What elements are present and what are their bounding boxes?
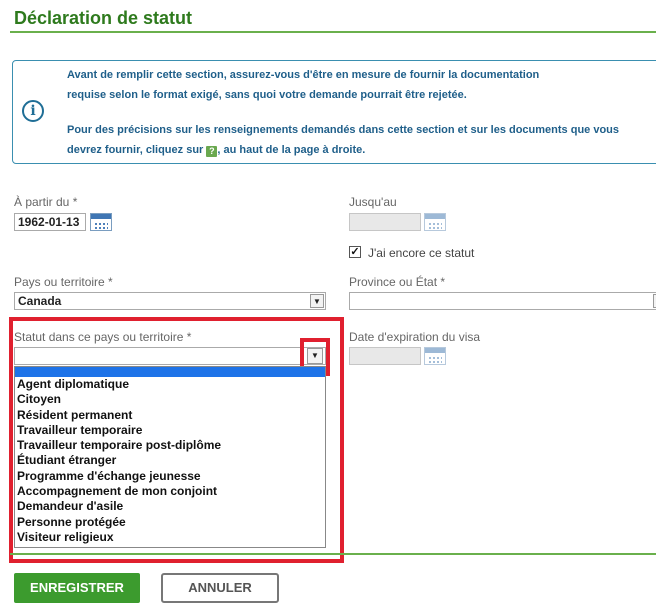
save-button[interactable]: ENREGISTRER [14,573,140,603]
from-date-label: À partir du * [14,195,78,209]
info-text-line4-start: devrez fournir, cliquez sur [67,144,204,156]
dropdown-option[interactable]: Travailleur temporaire post-diplôme [15,438,325,453]
dropdown-option[interactable]: Résident permanent [15,408,325,423]
dropdown-blank-option-selected[interactable] [15,367,325,377]
cancel-button[interactable]: ANNULER [161,573,279,603]
bottom-divider [10,553,656,555]
calendar-icon[interactable] [424,213,446,231]
status-label: Statut dans ce pays ou territoire * [14,330,192,344]
title-divider [10,31,656,33]
visa-expiry-input[interactable] [349,347,421,365]
dropdown-option[interactable]: Demandeur d'asile [15,499,325,514]
dropdown-option[interactable]: Travailleur temporaire [15,423,325,438]
still-status-label: J'ai encore ce statut [368,246,475,260]
checkmark-icon: ✓ [350,246,360,258]
visa-expiry-label: Date d'expiration du visa [349,330,481,344]
info-text-line4: devrez fournir, cliquez sur ?, au haut d… [67,140,365,160]
to-date-label: Jusqu'au [349,195,397,209]
province-select[interactable]: ▼ [349,292,656,310]
calendar-icon[interactable] [424,347,446,365]
info-text-line4-end: , au haut de la page à droite. [217,144,366,156]
still-status-checkbox[interactable]: ✓ [349,246,361,258]
dropdown-option[interactable]: Agent diplomatique [15,377,325,392]
info-circle-icon: i [22,100,44,122]
page-title: Déclaration de statut [14,8,193,28]
to-date-input[interactable] [349,213,421,231]
dropdown-option[interactable]: Personne protégée [15,515,325,530]
info-text-line3: Pour des précisions sur les renseignemen… [67,124,620,136]
help-question-icon[interactable]: ? [206,146,218,157]
country-select[interactable]: Canada ▼ [14,292,326,310]
status-select[interactable] [14,347,326,365]
chevron-down-icon[interactable]: ▼ [307,348,323,364]
country-select-value: Canada [18,294,62,308]
status-dropdown-list: Agent diplomatique Citoyen Résident perm… [14,366,326,548]
province-label: Province ou État * [349,275,446,289]
dropdown-option[interactable]: Citoyen [15,392,325,407]
from-date-input[interactable]: 1962-01-13 [14,213,86,231]
dropdown-option[interactable]: Accompagnement de mon conjoint [15,484,325,499]
info-text-line2: requise selon le format exigé, sans quoi… [67,89,467,101]
dropdown-option[interactable]: Programme d'échange jeunesse [15,469,325,484]
dropdown-option[interactable]: Étudiant étranger [15,453,325,468]
chevron-down-icon[interactable]: ▼ [310,294,324,308]
calendar-icon[interactable] [90,213,112,231]
country-label: Pays ou territoire * [14,275,113,289]
dropdown-option[interactable]: Visiteur religieux [15,530,325,545]
info-text-line1: Avant de remplir cette section, assurez-… [67,69,540,81]
